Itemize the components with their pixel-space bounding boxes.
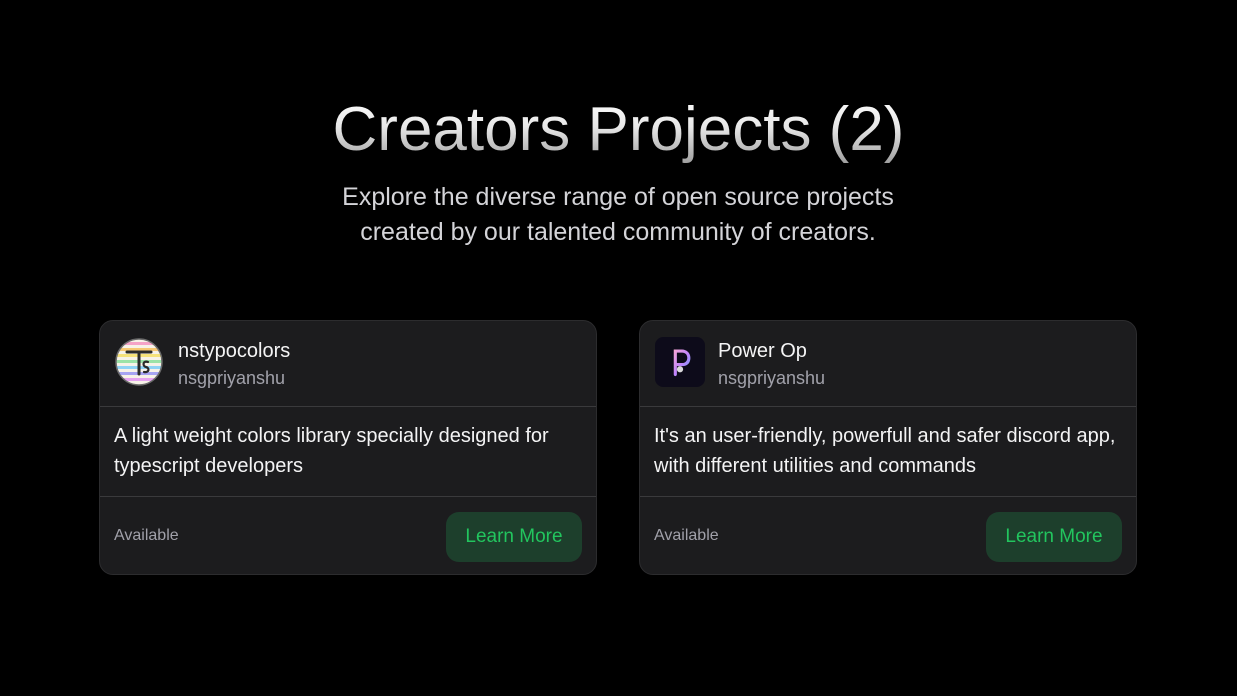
status-label: Available — [654, 527, 719, 544]
project-description: A light weight colors library specially … — [114, 425, 549, 477]
project-card: nstypocolors nsgpriyanshu A light weight… — [99, 320, 597, 575]
ts-rainbow-logo-icon — [115, 338, 163, 386]
project-author: nsgpriyanshu — [718, 368, 826, 388]
card-header: Power Op nsgpriyanshu — [640, 321, 1136, 407]
card-body: A light weight colors library specially … — [100, 407, 596, 497]
project-card: Power Op nsgpriyanshu It's an user-frien… — [639, 320, 1137, 575]
project-name: nstypocolors — [178, 340, 291, 362]
learn-more-button[interactable]: Learn More — [446, 512, 582, 562]
power-op-logo-icon — [655, 337, 705, 387]
card-header: nstypocolors nsgpriyanshu — [100, 321, 596, 407]
page-subtitle: Explore the diverse range of open source… — [342, 183, 894, 246]
project-description: It's an user-friendly, powerfull and saf… — [654, 425, 1116, 477]
project-author: nsgpriyanshu — [178, 368, 286, 388]
card-body: It's an user-friendly, powerfull and saf… — [640, 407, 1136, 497]
page-title: Creators Projects (2) — [0, 94, 1237, 166]
project-name: Power Op — [718, 340, 807, 362]
status-label: Available — [114, 527, 179, 544]
page: Creators Projects (2) Explore the divers… — [0, 0, 1237, 696]
learn-more-button[interactable]: Learn More — [986, 512, 1122, 562]
